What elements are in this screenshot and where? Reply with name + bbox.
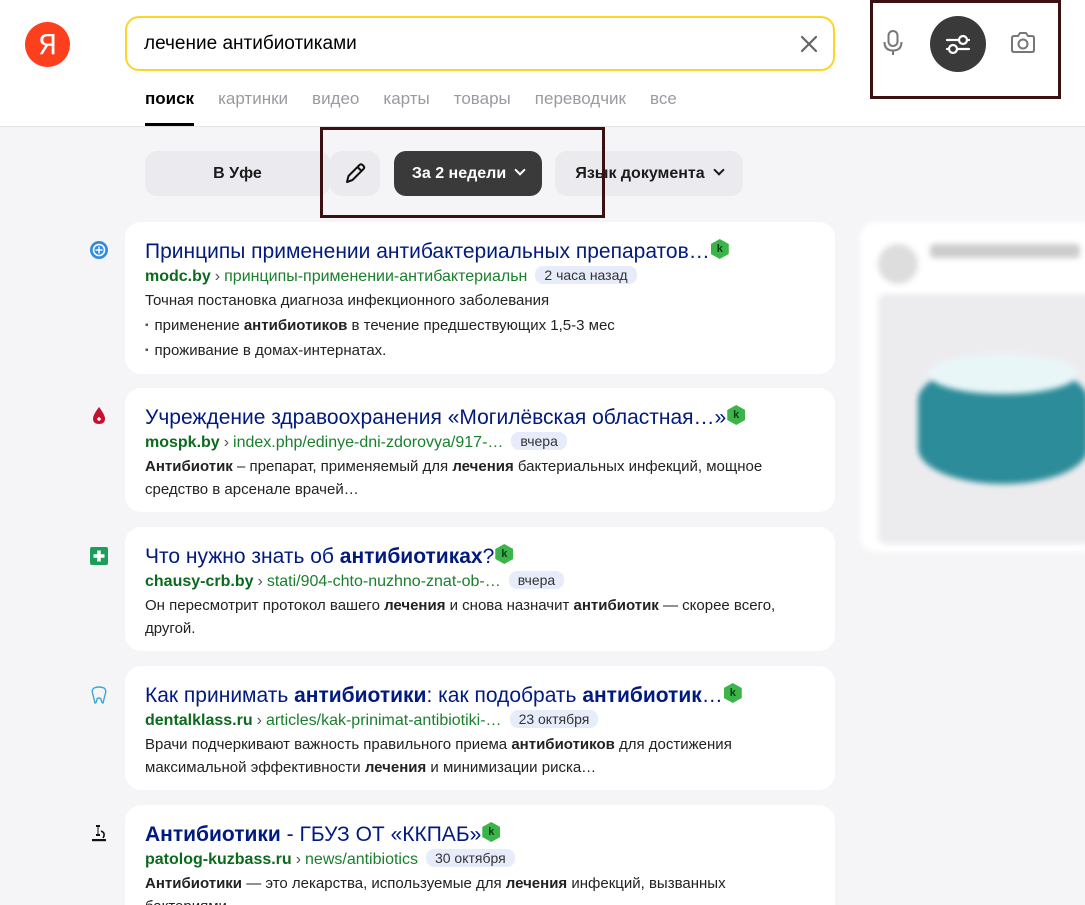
search-input[interactable]: [144, 31, 764, 57]
tab-maps[interactable]: карты: [383, 88, 429, 126]
date-badge: вчера: [508, 571, 565, 589]
tab-images[interactable]: картинки: [218, 88, 288, 126]
tooth-icon: [88, 684, 110, 706]
result-url[interactable]: patolog-kuzbass.ru › news/antibiotics 30 ок…: [145, 849, 515, 869]
tab-translator[interactable]: переводчик: [535, 88, 626, 126]
microscope-icon: [88, 822, 110, 844]
result-snippet: Антибиотик – препарат, применяемый для л…: [145, 458, 763, 498]
result-snippet: Врачи подчеркивают важность правильного …: [145, 736, 732, 776]
search-result-card: Что нужно знать об антибиотиках? k chausy…: [125, 527, 835, 651]
search-result-card: Учреждение здравоохранения «Могилёвская …: [125, 388, 835, 512]
tab-products[interactable]: товары: [454, 88, 511, 126]
side-product-image: [878, 294, 1085, 544]
date-badge: 2 часа назад: [535, 266, 637, 284]
verified-badge-icon: k: [727, 405, 746, 425]
result-title-link[interactable]: Антибиотики - ГБУЗ ОТ «ККПАБ» k: [145, 822, 501, 847]
tab-video[interactable]: видео: [312, 88, 359, 126]
result-title-link[interactable]: Учреждение здравоохранения «Могилёвская …: [145, 405, 746, 430]
yandex-logo[interactable]: Я: [25, 22, 70, 67]
result-url[interactable]: mospk.by › index.php/edinye-dni-zdorovya/9…: [145, 432, 567, 452]
verified-badge-icon: k: [723, 683, 742, 703]
close-icon: [800, 35, 818, 53]
result-snippet: Антибиотики — это лекарства, используемы…: [145, 875, 726, 905]
clear-search-button[interactable]: [797, 32, 821, 56]
result-title-link[interactable]: Что нужно знать об антибиотиках? k: [145, 544, 514, 569]
result-title-link[interactable]: Принципы применении антибактериальных пр…: [145, 239, 729, 264]
chevron-down-icon: [712, 164, 725, 176]
region-filter-chip[interactable]: В Уфе: [145, 151, 330, 196]
result-url[interactable]: modc.by › принципы-применении-антибактериа…: [145, 266, 637, 286]
verified-badge-icon: k: [495, 544, 514, 564]
search-result-card: Антибиотики - ГБУЗ ОТ «ККПАБ» k patolog-k…: [125, 805, 835, 905]
tab-all[interactable]: все: [650, 88, 677, 126]
result-snippet: Точная постановка диагноза инфекционного…: [145, 289, 825, 362]
blood-drop-icon: [88, 405, 110, 427]
side-card-avatar: [878, 244, 918, 284]
date-badge: 30 октября: [425, 849, 515, 867]
search-tabs: поиск картинки видео карты товары перево…: [145, 88, 701, 126]
search-result-card: Как принимать антибиотики: как подобрать…: [125, 666, 835, 790]
side-product-card[interactable]: [860, 222, 1085, 552]
medical-cross-icon: [88, 545, 110, 567]
date-badge: вчера: [511, 432, 567, 450]
highlight-box-header-tools: [870, 0, 1061, 99]
result-snippet: Он пересмотрит протокол вашего лечения и…: [145, 597, 776, 637]
result-url[interactable]: dentalklass.ru › articles/kak-prinimat-ant…: [145, 710, 599, 730]
verified-badge-icon: k: [482, 822, 501, 842]
result-title-link[interactable]: Как принимать антибиотики: как подобрать…: [145, 683, 742, 708]
highlight-box-filters: [320, 127, 605, 218]
date-badge: 23 октября: [509, 710, 599, 728]
verified-badge-icon: k: [710, 239, 729, 259]
tab-search[interactable]: поиск: [145, 88, 195, 126]
result-url[interactable]: chausy-crb.by › stati/904-chto-nuzhno-znat…: [145, 571, 565, 591]
shield-icon: [88, 239, 110, 261]
product-lid-shape: [928, 354, 1078, 394]
search-result-card: Принципы применении антибактериальных пр…: [125, 222, 835, 374]
side-card-title-placeholder: [930, 244, 1080, 258]
region-filter-label: В Уфе: [213, 165, 262, 182]
search-box: [125, 16, 835, 71]
